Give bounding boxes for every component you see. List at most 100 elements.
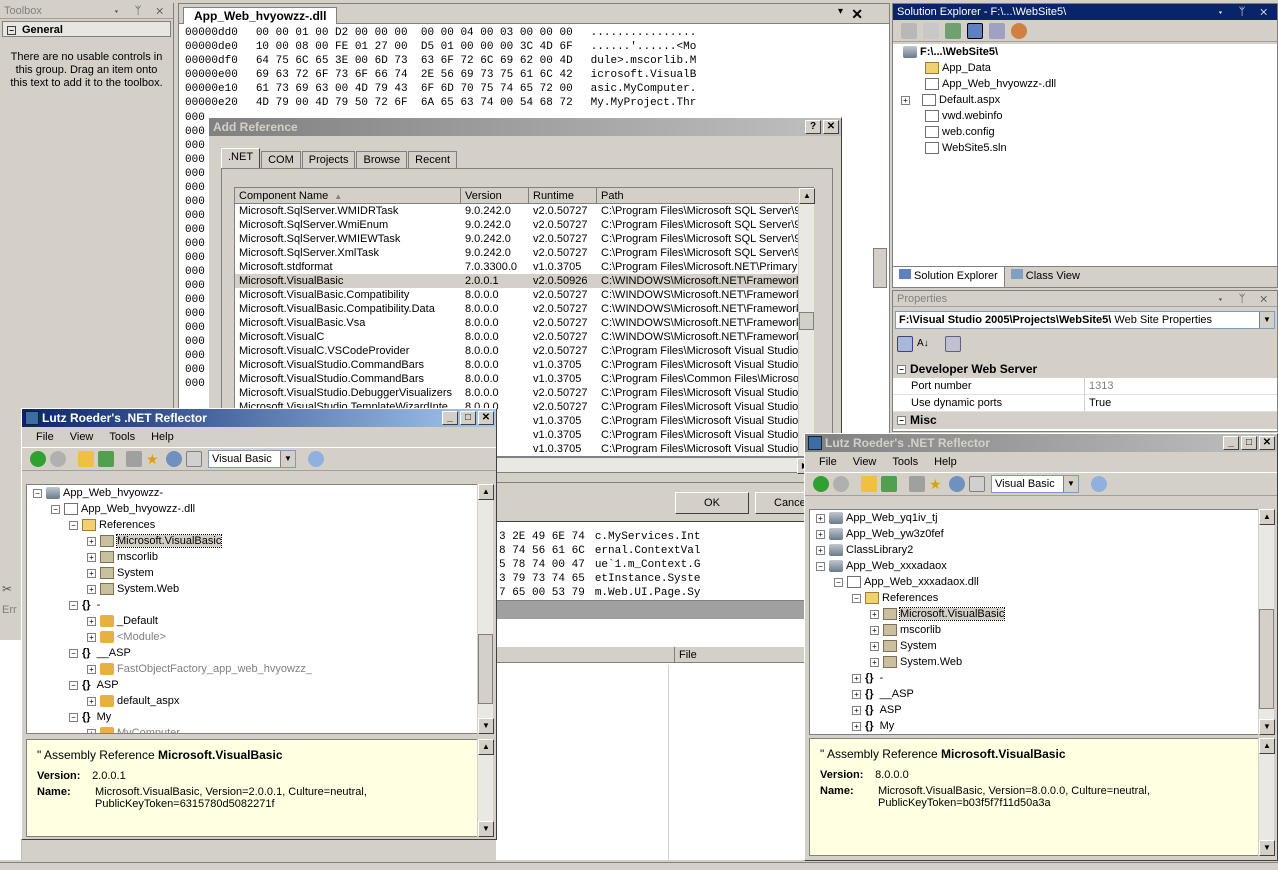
- tree-node[interactable]: −{} ASP: [27, 677, 479, 693]
- tab-solution-explorer[interactable]: Solution Explorer: [893, 267, 1005, 287]
- solution-item[interactable]: + Default.aspx: [893, 92, 1277, 108]
- scroll-thumb[interactable]: [478, 634, 493, 704]
- expand-icon[interactable]: +: [87, 584, 96, 594]
- scroll-up-icon[interactable]: ▲: [478, 739, 494, 755]
- component-row[interactable]: Microsoft.SqlServer.WmiEnum 9.0.242.0 v2.0…: [235, 218, 813, 232]
- solution-item[interactable]: App_Web_hvyowzz-.dll: [893, 76, 1277, 92]
- component-row[interactable]: Microsoft.SqlServer.WMIEWTask 9.0.242.0 v2…: [235, 232, 813, 246]
- collapse-icon[interactable]: −: [69, 600, 78, 610]
- language-select[interactable]: Visual Basic ▼: [991, 475, 1079, 493]
- wrench-icon[interactable]: ✂: [2, 582, 16, 596]
- properties-icon[interactable]: [901, 22, 917, 39]
- component-row[interactable]: Microsoft.VisualBasic 2.0.0.1 v2.0.50926 C:…: [235, 274, 813, 288]
- tree-node[interactable]: −{} My: [27, 709, 479, 725]
- tree-node[interactable]: + ClassLibrary2: [810, 542, 1260, 558]
- tree-node[interactable]: + mscorlib: [27, 549, 479, 565]
- scroll-down-icon[interactable]: ▼: [478, 718, 494, 734]
- tab-browse[interactable]: Browse: [356, 151, 408, 168]
- tree-node[interactable]: − App_Web_xxxadaox: [810, 558, 1260, 574]
- forward-icon[interactable]: [50, 451, 66, 467]
- tree-node[interactable]: + _Default: [27, 613, 479, 629]
- tree-node[interactable]: + System.Web: [810, 654, 1260, 670]
- open-icon[interactable]: [78, 451, 94, 467]
- tree-node[interactable]: + <Module>: [27, 629, 479, 645]
- tree-node[interactable]: + System: [27, 565, 479, 581]
- collapse-icon[interactable]: −: [834, 577, 843, 587]
- component-row[interactable]: Microsoft.stdformat 7.0.3300.0 v1.0.3705 C:…: [235, 260, 813, 274]
- collapse-icon[interactable]: −: [69, 712, 78, 722]
- properties-object-selector[interactable]: F:\Visual Studio 2005\Projects\WebSite5\…: [895, 311, 1275, 329]
- scroll-up-icon[interactable]: ▲: [799, 188, 815, 204]
- close-button[interactable]: ✕: [1259, 436, 1275, 450]
- collapse-icon[interactable]: −: [69, 520, 78, 530]
- expand-icon[interactable]: +: [852, 705, 861, 715]
- options-icon[interactable]: [186, 451, 202, 467]
- expand-icon[interactable]: +: [87, 664, 96, 674]
- tree-node[interactable]: − App_Web_xxxadaox.dll: [810, 574, 1260, 590]
- property-pages-icon[interactable]: [945, 336, 961, 352]
- tree-node[interactable]: −{} -: [27, 597, 479, 613]
- component-row[interactable]: Microsoft.VisualBasic.Compatibility 8.0.0…: [235, 288, 813, 302]
- tree-node[interactable]: + App_Web_yw3z0fef: [810, 526, 1260, 542]
- search-icon[interactable]: [166, 451, 182, 467]
- show-all-files-icon[interactable]: [923, 22, 939, 39]
- component-row[interactable]: Microsoft.VisualBasic.Vsa 8.0.0.0 v2.0.507…: [235, 316, 813, 330]
- language-select[interactable]: Visual Basic ▼: [208, 450, 296, 468]
- bookmark-icon[interactable]: ★: [146, 451, 162, 467]
- component-row[interactable]: Microsoft.VisualC 8.0.0.0 v2.0.50727 C:\WIN…: [235, 330, 813, 344]
- expand-icon[interactable]: +: [870, 609, 879, 619]
- view-code-icon[interactable]: [989, 22, 1005, 39]
- error-list-tab-stub[interactable]: Err: [2, 604, 17, 616]
- component-row[interactable]: Microsoft.VisualStudio.CommandBars 8.0.0.…: [235, 372, 813, 386]
- tree-node[interactable]: − App_Web_hvyowzz-.dll: [27, 501, 479, 517]
- collapse-icon[interactable]: −: [816, 561, 825, 571]
- column-header[interactable]: Runtime: [529, 188, 597, 203]
- component-row[interactable]: Microsoft.SqlServer.WMIDRTask 9.0.242.0 v2…: [235, 204, 813, 218]
- solution-item[interactable]: web.config: [893, 124, 1277, 140]
- ok-button[interactable]: OK: [675, 492, 749, 514]
- expand-icon[interactable]: +: [870, 657, 879, 667]
- scroll-down-icon[interactable]: ▼: [1259, 719, 1275, 735]
- expand-icon[interactable]: +: [852, 721, 861, 731]
- reflector-right-tree-vscroll[interactable]: ▲ ▼: [1258, 509, 1275, 735]
- component-row[interactable]: Microsoft.SqlServer.XmlTask 9.0.242.0 v2.0…: [235, 246, 813, 260]
- property-row[interactable]: Use dynamic ports True: [893, 395, 1277, 412]
- menu-help[interactable]: Help: [143, 431, 182, 443]
- tab-com[interactable]: COM: [261, 151, 301, 168]
- column-header[interactable]: Component Name ▲: [235, 188, 461, 203]
- expand-icon[interactable]: +: [87, 568, 96, 578]
- property-row[interactable]: Port number 1313: [893, 378, 1277, 395]
- tree-node[interactable]: − References: [810, 590, 1260, 606]
- reflector-right-info-vscroll[interactable]: ▲ ▼: [1258, 738, 1275, 856]
- tree-node[interactable]: − App_Web_hvyowzz-: [27, 485, 479, 501]
- expand-icon[interactable]: +: [87, 696, 96, 706]
- tree-node[interactable]: −{} __ASP: [27, 645, 479, 661]
- column-header[interactable]: Path: [597, 188, 807, 203]
- menu-view[interactable]: View: [845, 456, 885, 468]
- expand-icon[interactable]: +: [816, 513, 825, 523]
- scroll-thumb[interactable]: [799, 312, 814, 330]
- search-icon[interactable]: [949, 476, 965, 492]
- collapse-icon[interactable]: −: [51, 504, 60, 514]
- disassemble-icon[interactable]: [909, 476, 925, 492]
- scroll-up-icon[interactable]: ▲: [1259, 509, 1275, 525]
- expand-icon[interactable]: +: [87, 536, 96, 546]
- close-button[interactable]: ✕: [478, 411, 494, 425]
- tab-class-view[interactable]: Class View: [1005, 267, 1086, 287]
- close-button[interactable]: ✕: [823, 120, 839, 134]
- collapse-icon[interactable]: −: [69, 680, 78, 690]
- tab-recent[interactable]: Recent: [408, 151, 458, 168]
- collapse-icon[interactable]: −: [69, 648, 78, 658]
- expand-icon[interactable]: +: [870, 641, 879, 651]
- collapse-icon[interactable]: −: [852, 593, 861, 603]
- tree-node[interactable]: + {} -: [810, 670, 1260, 686]
- component-list-vscroll[interactable]: ▲: [798, 188, 815, 456]
- maximize-button[interactable]: □: [460, 411, 476, 425]
- properties-controls[interactable]: ▾ ᛘ ✕: [1217, 291, 1273, 307]
- tree-node[interactable]: + Microsoft.VisualBasic: [810, 606, 1260, 622]
- expand-icon[interactable]: +: [870, 625, 879, 635]
- tree-node[interactable]: + {} ASP: [810, 702, 1260, 718]
- tree-node[interactable]: + {} __ASP: [810, 686, 1260, 702]
- minimize-button[interactable]: _: [1223, 436, 1239, 450]
- collapse-icon[interactable]: −: [33, 488, 42, 498]
